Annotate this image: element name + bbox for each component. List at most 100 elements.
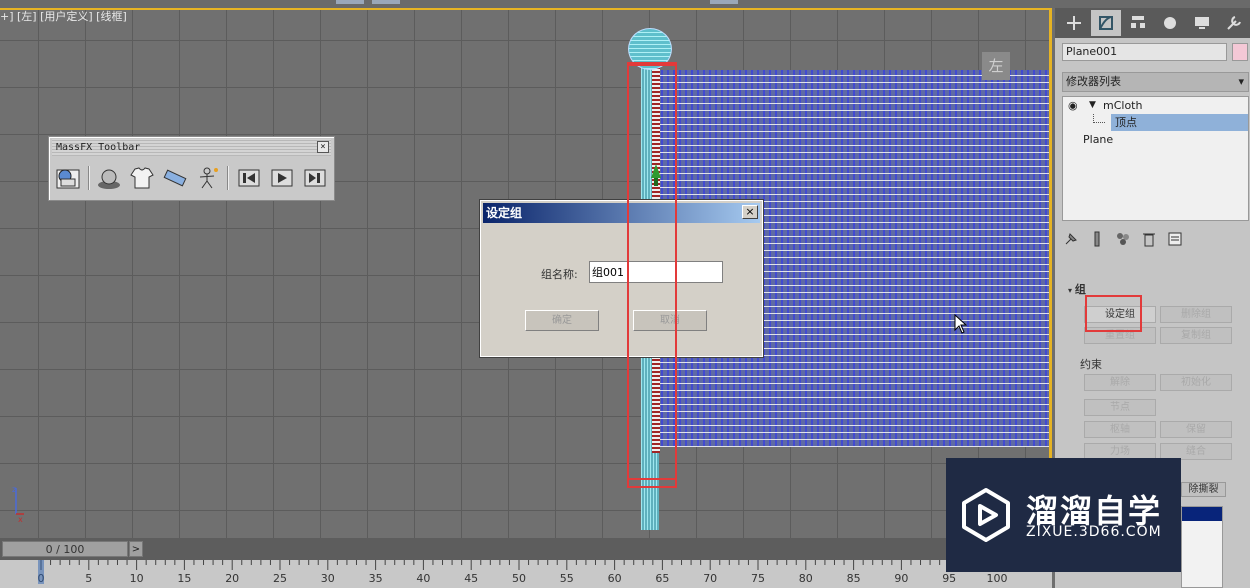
set-group-highlight-box	[1085, 295, 1142, 332]
motion-tab-icon[interactable]	[1155, 10, 1185, 36]
cancel-button[interactable]: 取消	[633, 310, 707, 331]
close-icon[interactable]: ×	[317, 141, 329, 153]
axis-tripod-icon: z x	[12, 485, 24, 522]
create-tab-icon[interactable]	[1059, 10, 1089, 36]
ruler-tick-label: 85	[847, 572, 861, 585]
constraint-icon[interactable]	[162, 164, 189, 192]
utilities-tab-icon[interactable]	[1219, 10, 1249, 36]
ruler-tick-label: 55	[560, 572, 574, 585]
ruler-tick-label: 70	[703, 572, 717, 585]
ruler-tick-label: 80	[799, 572, 813, 585]
viewport-label[interactable]: +] [左] [用户定义] [线框]	[0, 8, 127, 24]
play-logo-icon	[962, 488, 1010, 542]
stack-item-label: Plane	[1083, 133, 1114, 146]
ruler-tick-label: 75	[751, 572, 765, 585]
ruler-tick-label: 45	[464, 572, 478, 585]
ruler-tick-label: 10	[130, 572, 144, 585]
time-slider[interactable]: 0 / 100	[2, 541, 128, 557]
mcloth-icon[interactable]	[129, 164, 156, 192]
mouse-cursor-icon	[954, 314, 968, 334]
make-unique-icon[interactable]	[1115, 230, 1131, 248]
dialog-title: 设定组	[486, 206, 523, 220]
ruler-tick-label: 90	[894, 572, 908, 585]
group-list-selected-row[interactable]	[1182, 507, 1222, 521]
modifier-list-dropdown[interactable]: 修改器列表 ▾	[1062, 72, 1249, 92]
stack-item-plane[interactable]: Plane	[1063, 131, 1248, 148]
stack-item-mcloth[interactable]: ◉ ▼ mCloth	[1063, 97, 1248, 114]
show-end-result-icon[interactable]	[1089, 230, 1105, 248]
world-parameters-icon[interactable]	[55, 164, 82, 192]
ruler-tick-label: 25	[273, 572, 287, 585]
modify-tab-icon[interactable]	[1091, 10, 1121, 36]
pivot-button[interactable]: 枢轴	[1084, 421, 1156, 438]
toolbar-separator	[87, 166, 90, 190]
group-name-input[interactable]	[589, 261, 723, 283]
stack-item-vertex[interactable]: 顶点	[1063, 114, 1248, 131]
ragdoll-icon[interactable]	[195, 164, 222, 192]
close-icon[interactable]: ×	[742, 205, 758, 219]
watermark: 溜溜自学 ZIXUE.3D66.COM	[946, 458, 1181, 572]
display-tab-icon[interactable]	[1187, 10, 1217, 36]
toolbar-nub	[336, 0, 364, 4]
ok-button[interactable]: 确定	[525, 310, 599, 331]
node-button[interactable]: 节点	[1084, 399, 1156, 416]
svg-text:z: z	[12, 485, 16, 494]
dialog-titlebar[interactable]: 设定组 ×	[483, 203, 760, 223]
step-simulation-icon[interactable]	[301, 164, 328, 192]
initialize-button[interactable]: 初始化	[1160, 374, 1232, 391]
ruler-tick-label: 20	[225, 572, 239, 585]
massfx-toolbar-title: MassFX Toolbar	[56, 142, 141, 153]
remove-tear-button[interactable]: 除撕裂	[1181, 482, 1226, 497]
view-cube[interactable]: 左	[982, 52, 1010, 80]
ruler-tick-label: 30	[321, 572, 335, 585]
remove-button[interactable]: 解除	[1084, 374, 1156, 391]
copy-group-button[interactable]: 复制组	[1160, 327, 1232, 344]
track-bar-ruler: 0510152025303540455055606570758085909510…	[38, 560, 1008, 585]
massfx-toolbar-titlebar[interactable]: MassFX Toolbar ×	[52, 139, 331, 156]
constraints-label: 约束	[1080, 358, 1102, 371]
track-bar[interactable]: 0510152025303540455055606570758085909510…	[0, 560, 1052, 588]
expand-arrow-icon[interactable]: ▼	[1089, 97, 1096, 114]
svg-text:x: x	[18, 515, 23, 522]
stack-item-label: mCloth	[1103, 99, 1143, 112]
ruler-tick-label: 35	[369, 572, 383, 585]
ruler-tick-label: 50	[512, 572, 526, 585]
rigid-body-icon[interactable]	[96, 164, 123, 192]
chevron-down-icon: ▾	[1238, 75, 1244, 88]
group-list[interactable]	[1181, 506, 1223, 588]
watermark-url: ZIXUE.3D66.COM	[1026, 524, 1162, 540]
toolbar-separator	[227, 166, 230, 190]
massfx-toolbar[interactable]: MassFX Toolbar ×	[48, 136, 335, 201]
reset-simulation-icon[interactable]	[235, 164, 262, 192]
configure-modifier-sets-icon[interactable]	[1167, 230, 1183, 248]
time-slider-track[interactable]	[0, 538, 1052, 560]
rollout-header[interactable]: ▾ 组	[1068, 281, 1086, 297]
ruler-tick-label: 100	[987, 572, 1008, 585]
eye-icon[interactable]: ◉	[1068, 97, 1078, 114]
object-name-field[interactable]: Plane001	[1062, 43, 1227, 61]
set-group-dialog[interactable]: 设定组 × 组名称: 确定 取消	[479, 199, 764, 358]
stack-item-label: 顶点	[1111, 114, 1248, 131]
ruler-tick-label: 15	[177, 572, 191, 585]
ruler-tick-label: 60	[608, 572, 622, 585]
delete-group-button[interactable]: 删除组	[1160, 306, 1232, 323]
ruler-tick-label: 65	[655, 572, 669, 585]
tree-connector	[1093, 114, 1105, 123]
hierarchy-tab-icon[interactable]	[1123, 10, 1153, 36]
object-color-swatch[interactable]	[1232, 43, 1248, 61]
stack-tools	[1063, 230, 1183, 248]
command-panel-tabs	[1055, 8, 1250, 38]
modifier-list-label: 修改器列表	[1066, 75, 1121, 88]
modifier-stack[interactable]: ◉ ▼ mCloth 顶点 Plane	[1062, 96, 1249, 221]
top-strip	[0, 0, 1250, 8]
preserve-button[interactable]: 保留	[1160, 421, 1232, 438]
ruler-tick-label: 5	[85, 572, 92, 585]
start-simulation-icon[interactable]	[268, 164, 295, 192]
ruler-tick-label: 40	[416, 572, 430, 585]
time-next-button[interactable]: >	[129, 541, 143, 557]
current-frame-marker[interactable]	[38, 560, 44, 584]
trash-icon[interactable]	[1141, 230, 1157, 248]
ruler-tick-label: 95	[942, 572, 956, 585]
group-name-label: 组名称:	[541, 268, 578, 281]
pin-stack-icon[interactable]	[1063, 230, 1079, 248]
